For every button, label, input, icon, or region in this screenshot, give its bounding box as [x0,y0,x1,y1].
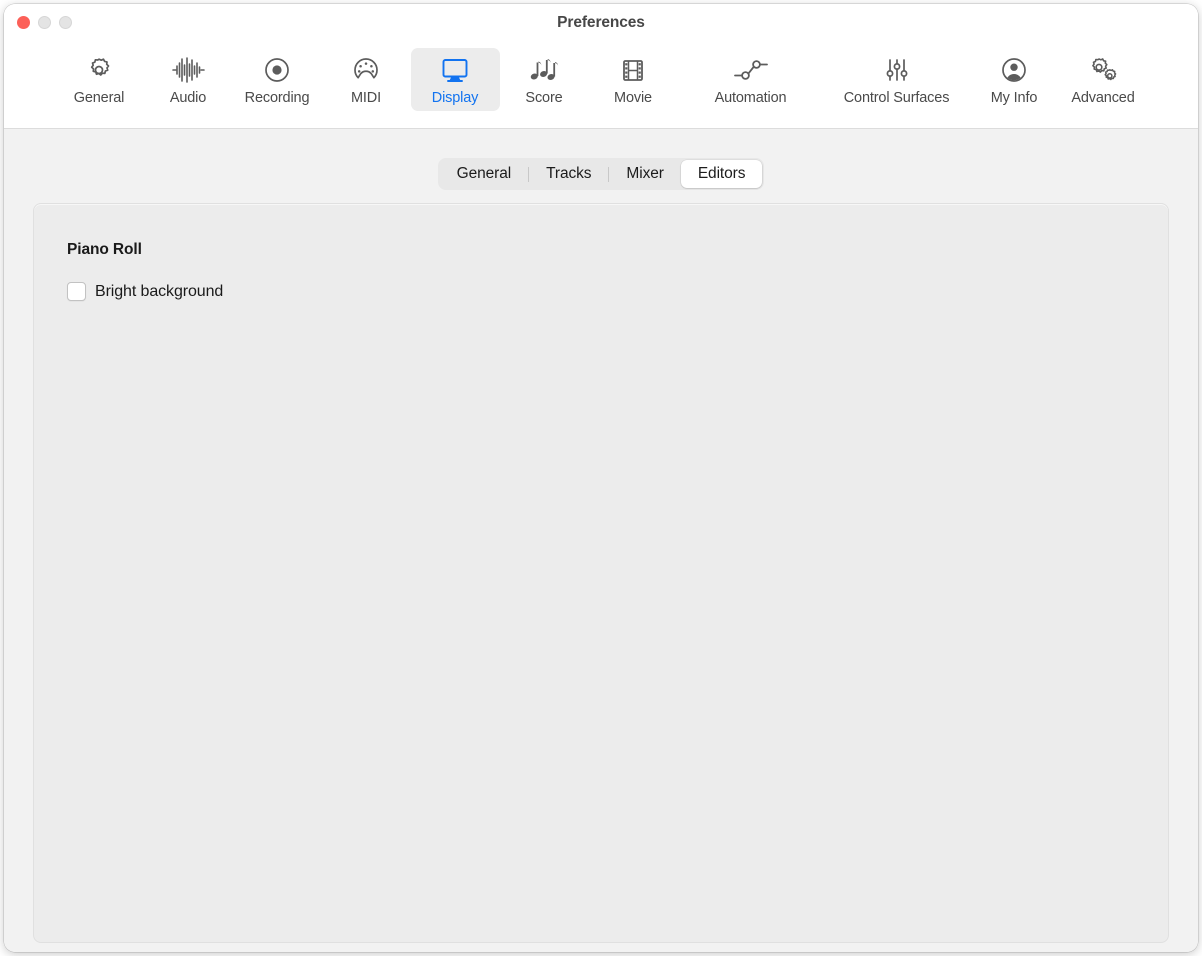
waveform-icon [171,54,205,86]
toolbar-item-display[interactable]: Display [410,48,500,111]
toolbar-item-label: Recording [244,90,310,106]
toolbar-item-label: Audio [169,90,207,106]
person-circle-icon [999,54,1029,86]
tab-mixer[interactable]: Mixer [609,160,680,188]
toolbar-item-recording[interactable]: Recording [233,48,322,111]
toolbar-item-label: My Info [990,90,1038,106]
toolbar-item-label: Advanced [1071,90,1135,106]
automation-nodes-icon [731,54,771,86]
toolbar-item-label: General [73,90,125,106]
toolbar-item-automation[interactable]: Automation [678,48,824,111]
monitor-icon [439,54,471,86]
bright-background-checkbox[interactable] [67,282,86,301]
toolbar-item-label: Movie [614,90,652,106]
tab-editors[interactable]: Editors [680,160,763,188]
preferences-body: General Tracks Mixer Editors Piano Roll … [4,129,1198,952]
film-strip-icon [618,54,648,86]
toolbar-item-midi[interactable]: MIDI [322,48,411,111]
toolbar-item-control-surfaces[interactable]: Control Surfaces [824,48,970,111]
tab-tracks[interactable]: Tracks [529,160,608,188]
toolbar-item-label: MIDI [350,90,381,106]
toolbar-item-label: Automation [714,90,787,106]
double-gear-icon [1087,54,1119,86]
page-title: Preferences [557,14,645,31]
toolbar-item-label: Score [525,90,563,106]
toolbar-item-my-info[interactable]: My Info [970,48,1059,111]
piano-roll-group-title: Piano Roll [67,241,142,258]
preferences-window: Preferences General Audio Recording MIDI… [4,4,1198,952]
bright-background-row[interactable]: Bright background [67,282,223,301]
toolbar-item-movie[interactable]: Movie [589,48,678,111]
toolbar-item-score[interactable]: Score [500,48,589,111]
display-tab-bar: General Tracks Mixer Editors [437,158,765,190]
midi-connector-icon [351,54,381,86]
gear-icon [84,54,114,86]
tab-general[interactable]: General [440,160,528,188]
editors-settings-panel: Piano Roll Bright background [33,203,1169,943]
toolbar-item-advanced[interactable]: Advanced [1059,48,1148,111]
record-dot-icon [262,54,292,86]
toolbar-item-general[interactable]: General [55,48,144,111]
bright-background-label: Bright background [95,282,224,300]
preferences-toolbar: General Audio Recording MIDI Display Sco… [4,48,1198,111]
titlebar-toolbar: Preferences General Audio Recording MIDI… [4,4,1198,129]
toolbar-item-label: Control Surfaces [843,90,950,106]
sliders-icon [882,54,912,86]
toolbar-item-label: Display [431,90,479,106]
music-notes-icon [528,54,560,86]
toolbar-item-audio[interactable]: Audio [144,48,233,111]
